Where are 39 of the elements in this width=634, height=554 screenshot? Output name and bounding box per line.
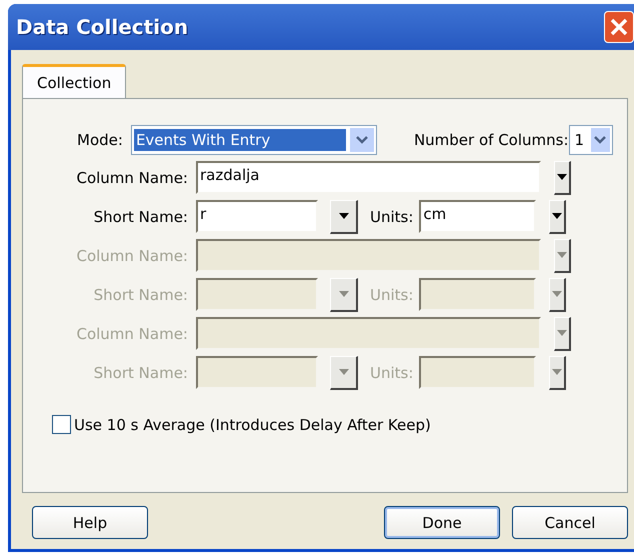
dialog-button[interactable]: Cancel (512, 506, 628, 539)
text-field[interactable]: r (196, 200, 318, 233)
short-name-label: Short Name: (92, 286, 188, 304)
dropdown-button[interactable] (549, 200, 566, 234)
caret-icon (552, 291, 562, 297)
window-title: Data Collection (16, 15, 188, 39)
caret-icon (338, 213, 348, 219)
chevron-icon (591, 128, 610, 152)
caret-icon (338, 291, 348, 297)
units-label: Units: (370, 364, 414, 382)
short-name-label: Short Name: (92, 364, 188, 382)
caret-icon (338, 369, 348, 375)
columns-count-label: Number of Columns: (414, 131, 569, 149)
column-name-label: Column Name: (75, 246, 188, 264)
dialog-button[interactable]: Help (32, 506, 148, 539)
caret-icon (557, 174, 567, 180)
mode-dropdown[interactable]: Events With Entry (130, 125, 377, 155)
close-icon (608, 16, 630, 38)
tab[interactable]: Collection (22, 64, 126, 99)
text-field[interactable]: razdalja (196, 161, 541, 194)
dropdown-button[interactable] (554, 160, 571, 194)
caret-icon (552, 213, 562, 219)
units-label: Units: (370, 286, 414, 304)
chevron-icon (350, 128, 374, 152)
units-label: Units: (370, 208, 414, 226)
checkbox[interactable] (52, 415, 71, 434)
caret-icon (552, 369, 562, 375)
caret-icon (557, 252, 567, 258)
dropdown-button[interactable] (330, 200, 358, 234)
text-field[interactable]: cm (419, 200, 536, 233)
checkbox-label[interactable]: Use 10 s Average (Introduces Delay After Keep) (74, 416, 431, 434)
column-name-label: Column Name: (75, 168, 188, 186)
dialog-button[interactable]: Done (384, 506, 500, 539)
columns-count-dropdown[interactable]: 1 (568, 125, 613, 155)
caret-icon (557, 330, 567, 336)
close-button[interactable] (604, 11, 634, 43)
mode-label: Mode: (77, 131, 123, 149)
column-name-label: Column Name: (75, 324, 188, 342)
short-name-label: Short Name: (92, 208, 188, 226)
